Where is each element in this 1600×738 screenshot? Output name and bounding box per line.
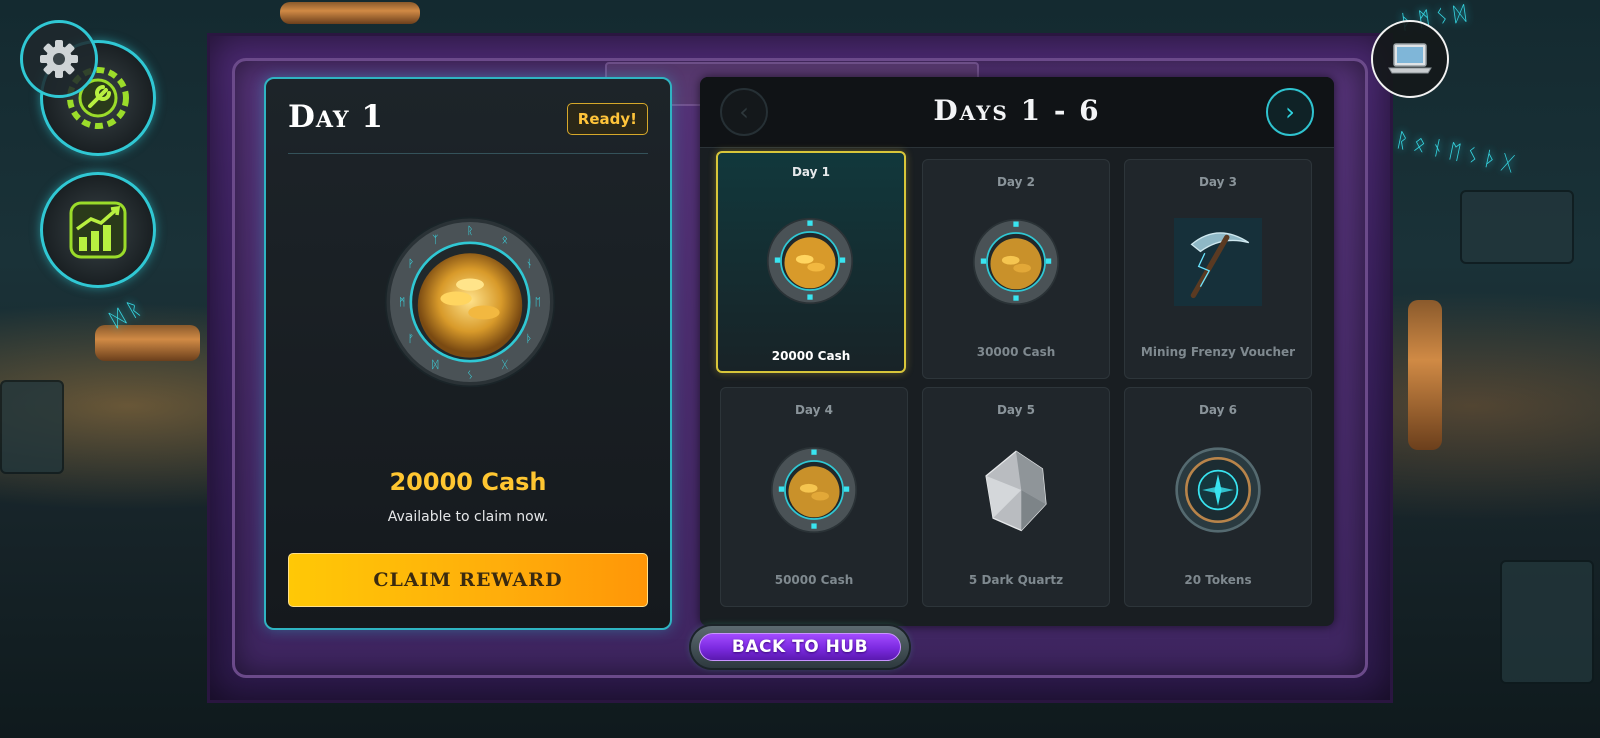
featured-day-title: Day 1: [288, 99, 384, 135]
svg-text:ᚹ: ᚹ: [408, 258, 414, 270]
day-tile-5[interactable]: Day 5 5 Dark Quartz: [922, 387, 1110, 607]
coin-pile-icon: ᚱ ᛟ ᚾ ᛖ ᚦ ᚷ ᛊ ᛞ ᚠ ᛗ ᚹ ᛉ: [384, 216, 556, 388]
tile-reward-label: 50000 Cash: [774, 573, 854, 587]
svg-text:ᚦ: ᚦ: [526, 333, 532, 345]
bg-rune-glyphs: ᚱᛟᚾᛖᛊᚦᚷ: [1393, 127, 1523, 177]
coin-pile-icon: [770, 446, 858, 534]
day-tile-2[interactable]: Day 2 30000 Cash: [922, 159, 1110, 379]
svg-text:ᛟ: ᛟ: [502, 234, 508, 246]
back-to-hub-label: BACK TO HUB: [699, 633, 901, 661]
coin-pile-icon: [766, 217, 854, 305]
next-page-button[interactable]: ›: [1266, 88, 1314, 136]
bg-pipe-top: [280, 2, 420, 24]
bar-chart-up-icon: [69, 201, 127, 259]
bg-pipe-left: [95, 325, 200, 361]
rune-token-icon: [1175, 447, 1261, 533]
pickaxe-icon: [1174, 218, 1262, 306]
svg-text:ᛞ: ᛞ: [432, 359, 438, 371]
svg-text:ᚷ: ᚷ: [502, 359, 508, 371]
ready-badge: Ready!: [566, 103, 648, 135]
bg-stone: [1460, 190, 1574, 264]
tile-day-label: Day 5: [996, 403, 1036, 417]
tile-day-label: Day 6: [1198, 403, 1238, 417]
featured-day-card: Day 1 Ready! ᚱ ᛟ ᚾ ᛖ ᚦ ᚷ ᛊ ᛞ ᚠ ᛗ ᚹ ᛉ 20000 Cash A…: [264, 77, 672, 630]
quartz-crystal-icon: [985, 450, 1047, 532]
svg-text:ᛗ: ᛗ: [399, 296, 405, 308]
days-range-title: Days 1 - 6: [933, 94, 1101, 127]
day-tile-6[interactable]: Day 6 20 Tokens: [1124, 387, 1312, 607]
day-tile-4[interactable]: Day 4 50000 Cash: [720, 387, 908, 607]
svg-text:ᚠ: ᚠ: [408, 333, 414, 345]
back-to-hub-button[interactable]: BACK TO HUB: [691, 626, 909, 668]
laptop-button[interactable]: [1371, 20, 1449, 98]
bg-stone: [0, 380, 64, 474]
svg-text:ᛊ: ᛊ: [467, 370, 473, 382]
tile-day-label: Day 3: [1198, 175, 1238, 189]
stats-button[interactable]: [40, 172, 156, 288]
bg-pipe-right: [1408, 300, 1442, 450]
claim-reward-button[interactable]: CLAIM REWARD: [288, 553, 648, 607]
day-tile-3[interactable]: Day 3 Mining Frenzy Voucher: [1124, 159, 1312, 379]
tile-reward-label: Mining Frenzy Voucher: [1140, 345, 1296, 359]
svg-text:ᚱ: ᚱ: [467, 225, 473, 237]
days-panel: ‹ Days 1 - 6 › Day 1 20000 Cash Day 2 30…: [700, 77, 1334, 626]
featured-reward-amount: 20000 Cash: [389, 468, 547, 496]
tile-day-label: Day 4: [794, 403, 834, 417]
tile-reward-label: 30000 Cash: [976, 345, 1056, 359]
svg-text:ᛖ: ᛖ: [535, 296, 541, 308]
featured-reward-description: Available to claim now.: [387, 509, 549, 525]
svg-text:ᚾ: ᚾ: [526, 258, 532, 270]
tile-day-label: Day 2: [996, 175, 1036, 189]
tile-reward-label: 20 Tokens: [1184, 573, 1252, 587]
bg-stone: [1500, 560, 1594, 684]
chevron-right-icon: ›: [1285, 98, 1295, 126]
card-divider: [288, 153, 648, 154]
gear-icon: [40, 40, 78, 78]
coin-pile-icon: [972, 218, 1060, 306]
settings-button[interactable]: [20, 20, 98, 98]
laptop-icon: [1388, 43, 1432, 74]
tile-day-label: Day 1: [791, 165, 831, 179]
svg-text:ᛉ: ᛉ: [432, 234, 438, 246]
day-tile-1[interactable]: Day 1 20000 Cash: [716, 151, 906, 373]
tile-reward-label: 5 Dark Quartz: [968, 573, 1064, 587]
tile-reward-label: 20000 Cash: [771, 349, 851, 363]
days-panel-header: ‹ Days 1 - 6 ›: [700, 77, 1334, 148]
